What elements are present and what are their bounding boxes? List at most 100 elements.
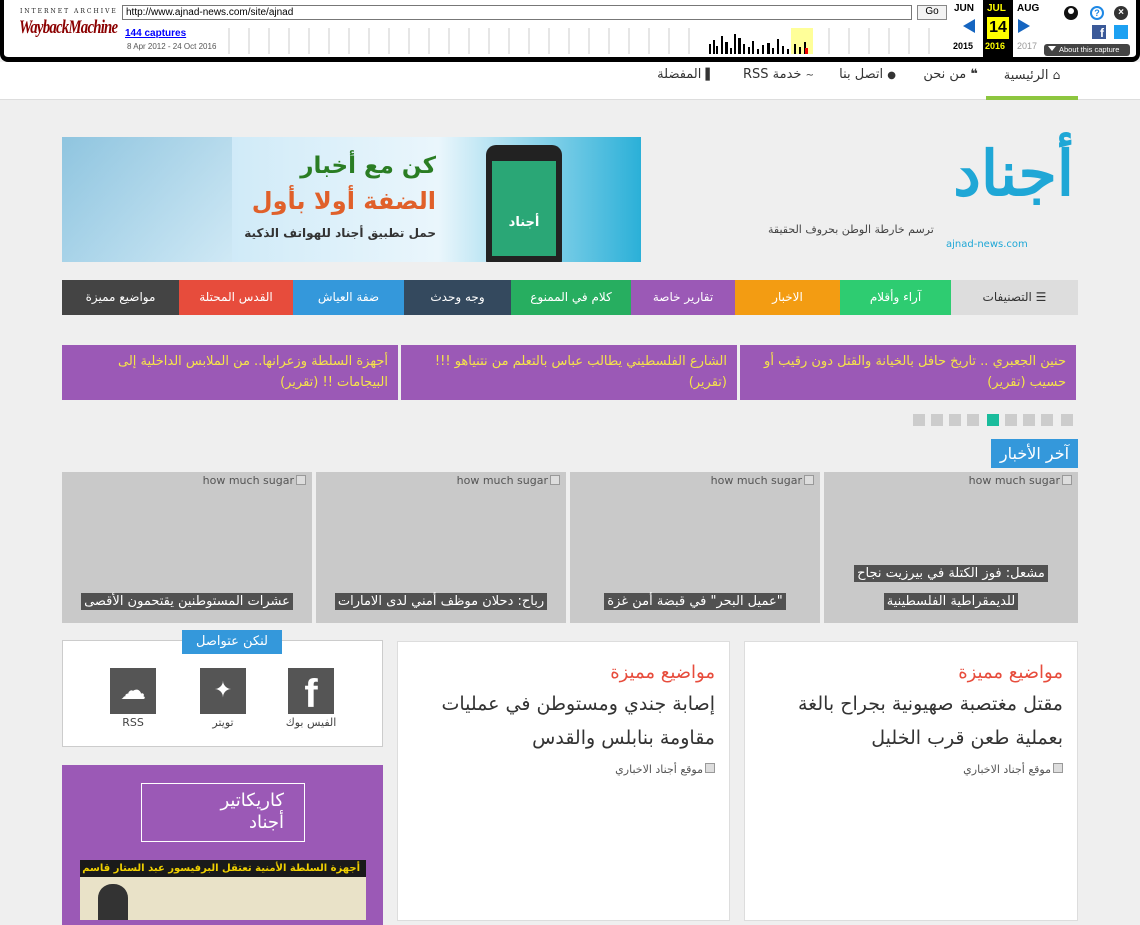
wayback-current-month: JUL (987, 3, 1006, 14)
featured-title[interactable]: مقتل مغتصبة صهيونية بجراح بالغة بعملية ط… (759, 687, 1063, 755)
facebook-icon[interactable]: f (288, 668, 334, 716)
caricature-image[interactable]: أجهزة السلطة الأمنية تعتقل البرفيسور عبد… (80, 860, 366, 920)
phone-screen-label: أجناد (492, 161, 556, 256)
slider-dot[interactable] (1023, 414, 1035, 426)
twitter-share-icon[interactable] (1114, 25, 1128, 39)
wayback-captures-link[interactable]: 144 captures (125, 28, 186, 39)
wayback-toolbar: INTERNET ARCHIVE WaybackMachine Go 144 c… (0, 0, 1140, 62)
news-caption: رباح: دحلان موظف أمني لدى الامارات (324, 588, 558, 616)
news-card[interactable]: how much sugar مشعل: فوز الكتلة في بيرزي… (824, 472, 1078, 623)
slider-dot[interactable] (1005, 414, 1017, 426)
nav-home[interactable]: ⌂ الرئيسية (986, 62, 1078, 100)
facebook-share-icon[interactable]: f (1092, 25, 1106, 40)
ticker-item[interactable]: الشارع الفلسطيني يطالب عباس بالتعلم من ن… (401, 345, 737, 400)
logo-text: أجناد (953, 137, 1074, 210)
featured-image-alt-text: موقع أجناد الاخباري (963, 763, 1051, 776)
wayback-url-input[interactable] (122, 5, 912, 20)
cat-reports[interactable]: تقارير خاصة (631, 280, 735, 315)
broken-image-icon (550, 475, 560, 485)
featured-image-alt: موقع أجناد الاخباري (759, 763, 1063, 776)
menu-icon: ☰ (1035, 290, 1047, 304)
next-arrow-icon[interactable] (1018, 19, 1030, 33)
rss-feed-icon[interactable]: ☁ (110, 668, 156, 714)
caricature-title-line2: أجناد (248, 812, 284, 833)
news-caption-text: مشعل: فوز الكتلة في بيرزيت نجاح للديمقرا… (854, 565, 1048, 610)
news-caption-text: "عميل البحر" في قبضة أمن غزة (604, 593, 786, 610)
facebook-label: الفيس بوك (285, 716, 337, 729)
wayback-current-year: 2016 (985, 41, 1006, 51)
cat-news[interactable]: الاخبار (735, 280, 840, 315)
cat-forbidden[interactable]: كلام في الممنوع (511, 280, 631, 315)
help-icon[interactable]: ? (1090, 6, 1104, 20)
broken-image-icon (1062, 475, 1072, 485)
wayback-prev-month[interactable]: JUN (954, 3, 974, 14)
image-alt-text: how much sugar (456, 474, 548, 487)
rss-icon: ∽ (805, 70, 814, 81)
wayback-logo[interactable]: WaybackMachine (19, 17, 118, 39)
quote-icon: ❝ (970, 67, 978, 82)
banner-line3: حمل تطبيق أجناد للهواتف الذكية (244, 226, 436, 240)
close-icon[interactable]: × (1114, 6, 1128, 20)
banner-line2: الضفة أولا بأول (251, 187, 436, 215)
featured-image-alt-text: موقع أجناد الاخباري (615, 763, 703, 776)
banner-line1: كن مع أخبار (300, 153, 436, 179)
slider-dot-active[interactable] (987, 414, 999, 426)
wayback-go-button[interactable]: Go (917, 5, 947, 20)
slider-dot[interactable] (1041, 414, 1053, 426)
broken-image-icon (804, 475, 814, 485)
twitter-icon[interactable]: ✦ (200, 668, 246, 714)
caricature-figure (98, 884, 128, 920)
slider-dot[interactable] (913, 414, 925, 426)
news-card[interactable]: how much sugar رباح: دحلان موظف أمني لدى… (316, 472, 566, 623)
wayback-prev-year[interactable]: 2015 (953, 41, 973, 51)
ticker-item[interactable]: أجهزة السلطة وزعرانها.. من الملابس الداخ… (62, 345, 398, 400)
cat-ayyash[interactable]: ضفة العياش (293, 280, 404, 315)
wayback-date-range: 8 Apr 2012 - 24 Oct 2016 (127, 42, 217, 51)
news-card[interactable]: how much sugar "عميل البحر" في قبضة أمن … (570, 472, 820, 623)
news-caption-text: عشرات المستوطنين يقتحمون الأقصى (81, 593, 293, 610)
cat-opinions[interactable]: آراء وأقلام (840, 280, 951, 315)
slider-dot[interactable] (931, 414, 943, 426)
cat-featured[interactable]: مواضيع مميزة (62, 280, 179, 315)
wayback-about-button[interactable]: About this capture (1044, 44, 1130, 56)
dropdown-icon (1048, 46, 1056, 51)
cat-jerusalem[interactable]: القدس المحتلة (179, 280, 293, 315)
featured-card[interactable]: مواضيع مميزة مقتل مغتصبة صهيونية بجراح ب… (744, 641, 1078, 921)
featured-image-alt: موقع أجناد الاخباري (412, 763, 715, 776)
broken-image-icon (296, 475, 306, 485)
news-caption: مشعل: فوز الكتلة في بيرزيت نجاح للديمقرا… (832, 560, 1070, 616)
wayback-sparkline[interactable] (219, 28, 947, 54)
home-icon: ⌂ (1052, 68, 1061, 82)
nav-about[interactable]: ❝ من نحن (908, 62, 978, 100)
news-image-alt: how much sugar (457, 474, 560, 487)
wayback-day: 14 (987, 17, 1009, 39)
slider-dot[interactable] (1061, 414, 1073, 426)
cat-face-event[interactable]: وجه وحدث (404, 280, 511, 315)
nav-contact[interactable]: ● اتصل بنا (826, 62, 896, 100)
rss-label: RSS (122, 716, 144, 729)
nav-rss[interactable]: ∽ خدمة RSS (724, 62, 814, 100)
latest-news-title: آخر الأخبار (991, 439, 1078, 468)
featured-label: مواضيع مميزة (958, 662, 1063, 683)
bar-chart-icon: ▌ (705, 68, 714, 81)
featured-card[interactable]: مواضيع مميزة إصابة جندي ومستوطن في عمليا… (397, 641, 730, 921)
news-caption: "عميل البحر" في قبضة أمن غزة (578, 588, 812, 616)
broken-image-icon (705, 763, 715, 773)
image-alt-text: how much sugar (968, 474, 1060, 487)
user-icon[interactable] (1064, 6, 1078, 20)
slider-dot[interactable] (949, 414, 961, 426)
app-banner[interactable]: أجناد كن مع أخبار الضفة أولا بأول حمل تط… (62, 137, 641, 262)
news-caption: عشرات المستوطنين يقتحمون الأقصى (70, 588, 304, 616)
wayback-next-month[interactable]: AUG (1017, 3, 1039, 14)
prev-arrow-icon[interactable] (963, 19, 975, 33)
nav-favorites-label: المفضلة (657, 67, 702, 82)
site-logo[interactable]: أجناد ترسم خارطة الوطن بحروف الحقيقة ajn… (764, 135, 1080, 260)
news-card[interactable]: how much sugar عشرات المستوطنين يقتحمون … (62, 472, 312, 623)
about-label: About this capture (1059, 45, 1120, 54)
cat-menu[interactable]: ☰ التصنيفات (951, 280, 1078, 315)
caricature-title: كاريكاتير أجناد (141, 783, 305, 842)
ticker-item[interactable]: حنين الجعبري .. تاريخ حافل بالخيانة والق… (740, 345, 1076, 400)
slider-dot[interactable] (967, 414, 979, 426)
featured-title[interactable]: إصابة جندي ومستوطن في عمليات مقاومة بناب… (412, 687, 715, 755)
nav-favorites[interactable]: ▌ المفضلة (624, 62, 714, 100)
